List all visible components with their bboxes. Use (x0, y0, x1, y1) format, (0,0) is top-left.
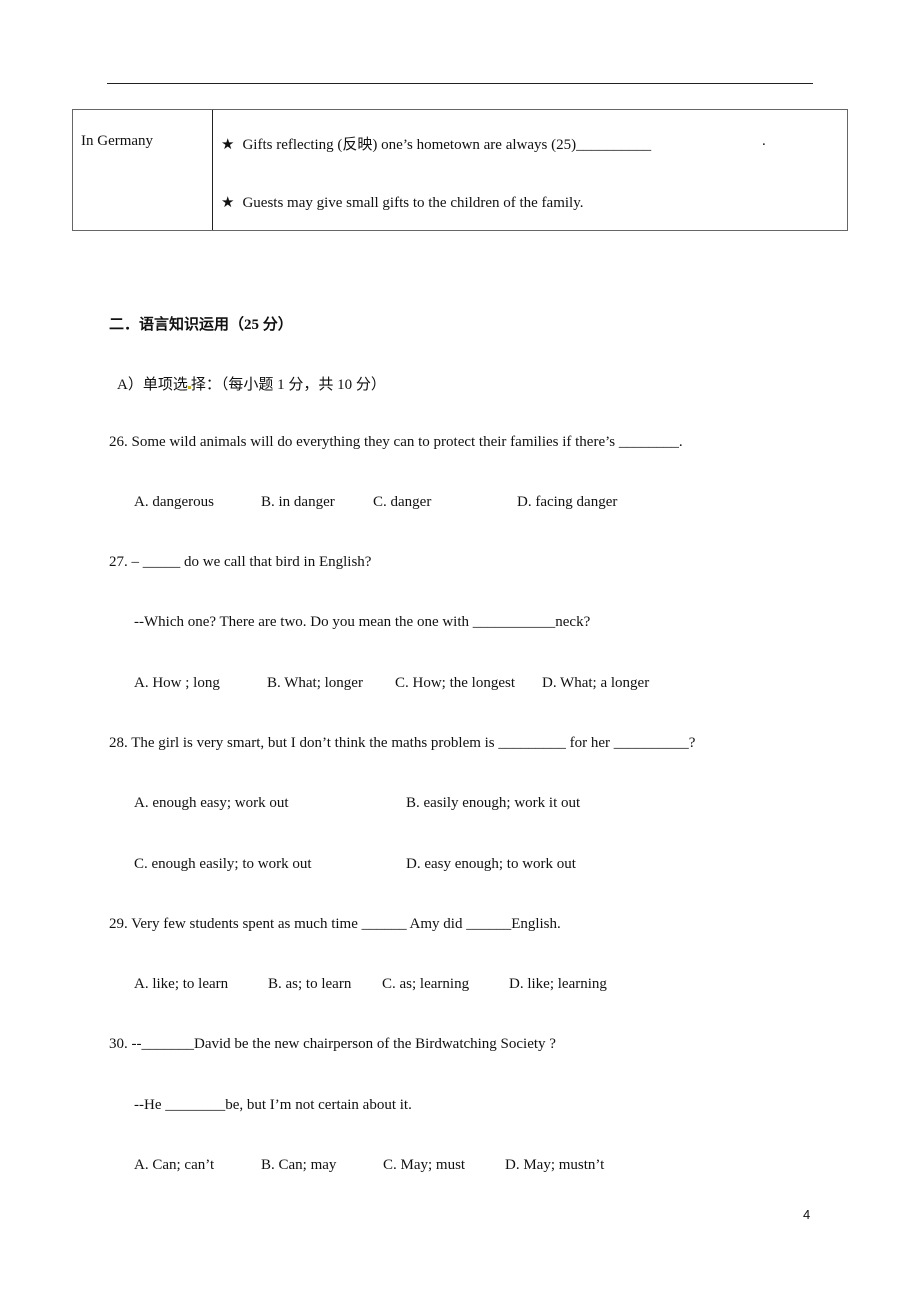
option: D. What; a longer (542, 675, 650, 691)
trailing-period: . (762, 133, 766, 149)
bullet-text: Guests may give small gifts to the child… (242, 195, 584, 211)
bullet-item: ★ Gifts reflecting (反映) one’s hometown ar… (221, 133, 651, 154)
option: A. dangerous (134, 494, 214, 510)
option: B. easily enough; work it out (406, 795, 581, 811)
option: C. enough easily; to work out (134, 856, 312, 872)
option: D. like; learning (509, 976, 607, 992)
subtitle-part: 择：（每小题 1 分，共 10 分） (190, 377, 386, 393)
option: A. How ; long (134, 675, 220, 691)
section-title: 二．语言知识运用（25 分） (109, 317, 293, 333)
header-rule (107, 83, 813, 84)
question-stem: 30. --_______David be the new chairperso… (109, 1036, 556, 1052)
option: A. like; to learn (134, 976, 229, 992)
option: C. How; the longest (395, 675, 515, 691)
gift-customs-table: In Germany ★ Gifts reflecting (反映) one’s … (72, 109, 848, 231)
option: D. easy enough; to work out (406, 856, 576, 872)
option: B. in danger (261, 494, 335, 510)
option: A. enough easy; work out (134, 795, 289, 811)
bullet-text: Gifts reflecting (反映) one’s hometown are… (242, 137, 652, 153)
option: B. What; longer (267, 675, 363, 691)
option: B. as; to learn (268, 976, 352, 992)
option: B. Can; may (261, 1157, 337, 1173)
option: D. facing danger (517, 494, 618, 510)
table-label-cell: In Germany (73, 110, 213, 230)
section-subtitle: A）单项选 择：（每小题 1 分，共 10 分） (117, 373, 386, 394)
option: C. May; must (383, 1157, 466, 1173)
option: C. danger (373, 494, 432, 510)
star-icon: ★ (221, 135, 235, 153)
bullet-item: ★ Guests may give small gifts to the chil… (221, 193, 584, 212)
question-stem: 28. The girl is very smart, but I don’t … (109, 735, 696, 751)
page-number: 4 (803, 1207, 811, 1222)
star-icon: ★ (221, 193, 235, 211)
question-stem: 29. Very few students spent as much time… (109, 916, 561, 932)
question-stem: 27. – _____ do we call that bird in Engl… (109, 554, 372, 570)
option: A. Can; can’t (134, 1157, 215, 1173)
question-stem: 26. Some wild animals will do everything… (109, 434, 683, 450)
subtitle-part: A）单项选 (117, 377, 188, 393)
question-reply: --He ________be, but I’m not certain abo… (134, 1097, 412, 1113)
country-label: In Germany (81, 133, 154, 149)
option: D. May; mustn’t (505, 1157, 605, 1173)
option: C. as; learning (382, 976, 470, 992)
question-reply: --Which one? There are two. Do you mean … (134, 614, 591, 630)
